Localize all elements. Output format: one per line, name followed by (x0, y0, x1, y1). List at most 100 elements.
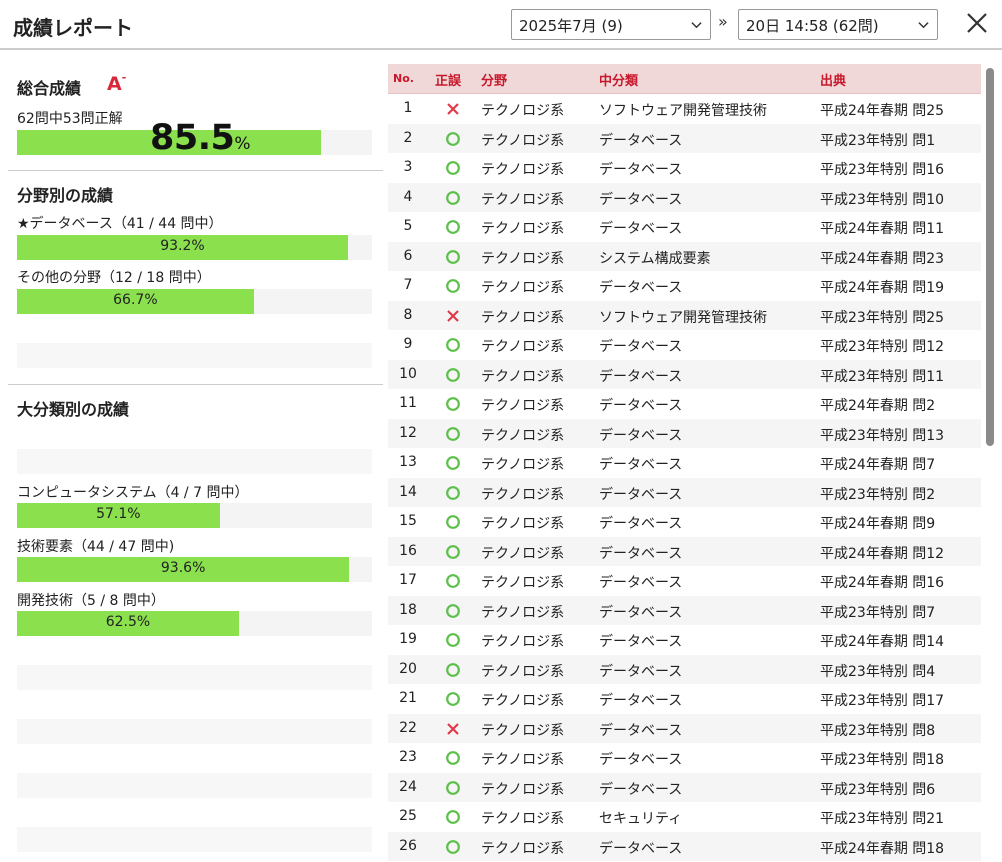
table-row[interactable]: 10 テクノロジ系 データベース 平成23年特別 問11 (388, 359, 981, 389)
row-source: 平成24年春期 問12 (820, 545, 945, 562)
row-source: 平成23年特別 問12 (820, 339, 945, 355)
table-row[interactable]: 4 テクノロジ系 データベース 平成23年特別 問10 (388, 182, 981, 212)
row-source: 平成24年春期 問7 (820, 457, 936, 473)
correct-circle-icon (446, 574, 460, 588)
row-source: 平成24年春期 問25 (820, 103, 945, 119)
row-number: 10 (399, 365, 417, 382)
row-subcategory: データベース (599, 457, 683, 473)
table-row[interactable]: 1 テクノロジ系 ソフトウェア開発管理技術 平成24年春期 問25 (388, 94, 981, 124)
row-number: 24 (399, 778, 417, 795)
correct-circle-icon (446, 692, 460, 706)
row-number: 4 (403, 188, 413, 205)
row-number: 19 (399, 631, 417, 647)
header-source: 出典 (820, 74, 847, 89)
table-row[interactable]: 18 テクノロジ系 データベース 平成23年特別 問7 (388, 595, 981, 625)
field-label-1: その他の分野（12 / 18 問中） (17, 270, 211, 286)
row-subcategory: システム構成要素 (599, 250, 711, 267)
table-row[interactable]: 19 テクノロジ系 データベース 平成24年春期 問14 (388, 625, 981, 655)
overall-percent-unit: % (234, 134, 251, 154)
table-row[interactable]: 17 テクノロジ系 データベース 平成24年春期 問16 (388, 566, 981, 596)
major-percent-0: 57.1% (96, 506, 141, 522)
month-select[interactable]: 2025年7月 (9) (511, 9, 711, 40)
correct-circle-icon (446, 456, 460, 470)
row-number: 15 (399, 513, 417, 529)
row-source: 平成24年春期 問2 (820, 398, 936, 414)
table-row[interactable]: 8 テクノロジ系 ソフトウェア開発管理技術 平成23年特別 問25 (388, 300, 981, 330)
row-source: 平成23年特別 問21 (820, 811, 945, 827)
row-number: 7 (403, 277, 413, 293)
field-label-0: ★データベース（41 / 44 問中） (17, 216, 223, 232)
table-row[interactable]: 22 テクノロジ系 データベース 平成23年特別 問8 (388, 713, 981, 743)
correct-circle-icon (446, 249, 460, 264)
scrollbar[interactable] (986, 68, 994, 446)
row-field: テクノロジ系 (481, 427, 565, 444)
chevron-down-icon (918, 22, 929, 29)
row-field: テクノロジ系 (481, 457, 565, 473)
table-row[interactable]: 26 テクノロジ系 データベース 平成24年春期 問18 (388, 831, 981, 861)
row-number: 6 (403, 247, 413, 264)
row-number: 20 (399, 660, 417, 677)
row-number: 1 (403, 100, 413, 116)
row-number: 3 (403, 159, 413, 175)
table-row[interactable]: 7 テクノロジ系 データベース 平成24年春期 問19 (388, 271, 981, 301)
row-field: テクノロジ系 (481, 191, 565, 208)
row-field: テクノロジ系 (481, 722, 565, 739)
row-subcategory: データベース (599, 280, 683, 296)
row-subcategory: データベース (599, 840, 683, 857)
table-row[interactable]: 16 テクノロジ系 データベース 平成24年春期 問12 (388, 536, 981, 566)
row-source: 平成23年特別 問4 (820, 663, 936, 680)
session-select[interactable]: 20日 14:58 (62問) (738, 9, 938, 40)
row-subcategory: データベース (599, 752, 683, 768)
table-row[interactable]: 20 テクノロジ系 データベース 平成23年特別 問4 (388, 654, 981, 684)
empty-row (17, 449, 372, 474)
correct-circle-icon (446, 279, 460, 293)
table-row[interactable]: 24 テクノロジ系 データベース 平成23年特別 問6 (388, 772, 981, 802)
row-number: 2 (403, 129, 413, 146)
table-row[interactable]: 23 テクノロジ系 データベース 平成23年特別 問18 (388, 743, 981, 773)
table-row[interactable]: 5 テクノロジ系 データベース 平成24年春期 問11 (388, 212, 981, 242)
correct-circle-icon (446, 426, 460, 441)
row-subcategory: データベース (599, 162, 683, 178)
table-row[interactable]: 2 テクノロジ系 データベース 平成23年特別 問1 (388, 123, 981, 153)
correct-circle-icon (446, 367, 460, 382)
row-source: 平成23年特別 問7 (820, 604, 936, 621)
close-icon[interactable] (965, 11, 989, 35)
correct-circle-icon (446, 338, 460, 352)
row-subcategory: データベース (599, 191, 683, 208)
wrong-cross-icon (447, 103, 459, 115)
row-source: 平成23年特別 問8 (820, 722, 936, 739)
row-field: テクノロジ系 (481, 486, 565, 503)
row-source: 平成24年春期 問19 (820, 280, 945, 296)
correct-circle-icon (446, 839, 460, 854)
row-source: 平成23年特別 問18 (820, 752, 945, 768)
row-field: テクノロジ系 (481, 752, 565, 768)
month-select-value: 2025年7月 (9) (519, 17, 623, 35)
row-source: 平成24年春期 問16 (820, 575, 945, 591)
table-row[interactable]: 6 テクノロジ系 システム構成要素 平成24年春期 問23 (388, 241, 981, 271)
table-row[interactable]: 3 テクノロジ系 データベース 平成23年特別 問16 (388, 153, 981, 183)
row-number: 21 (399, 690, 417, 706)
row-subcategory: データベース (599, 693, 683, 709)
major-label-2: 開発技術（5 / 8 問中） (17, 593, 165, 609)
row-subcategory: データベース (599, 368, 683, 385)
table-row[interactable]: 25 テクノロジ系 セキュリティ 平成23年特別 問21 (388, 802, 981, 832)
correct-circle-icon (446, 633, 460, 647)
table-row[interactable]: 11 テクノロジ系 データベース 平成24年春期 問2 (388, 389, 981, 419)
table-row[interactable]: 14 テクノロジ系 データベース 平成23年特別 問2 (388, 477, 981, 507)
row-number: 11 (399, 395, 417, 411)
row-subcategory: ソフトウェア開発管理技術 (599, 103, 767, 119)
table-row[interactable]: 12 テクノロジ系 データベース 平成23年特別 問13 (388, 418, 981, 448)
table-row[interactable]: 13 テクノロジ系 データベース 平成24年春期 問7 (388, 448, 981, 478)
table-row[interactable]: 21 テクノロジ系 データベース 平成23年特別 問17 (388, 684, 981, 714)
table-row[interactable]: 15 テクノロジ系 データベース 平成24年春期 問9 (388, 507, 981, 537)
row-source: 平成23年特別 問10 (820, 191, 945, 208)
table-row[interactable]: 9 テクノロジ系 データベース 平成23年特別 問12 (388, 330, 981, 360)
row-field: テクノロジ系 (481, 368, 565, 385)
results-table[interactable]: No. 正誤 分野 中分類 出典 1 テクノロジ系 ソフトウェア開発管理技術 平成24… (388, 64, 981, 862)
row-subcategory: データベース (599, 663, 683, 680)
row-subcategory: データベース (599, 545, 683, 562)
row-source: 平成23年特別 問6 (820, 781, 936, 798)
header-field: 分野 (481, 74, 508, 89)
major-bar-2: 62.5% (17, 611, 372, 636)
row-field: テクノロジ系 (481, 162, 565, 178)
